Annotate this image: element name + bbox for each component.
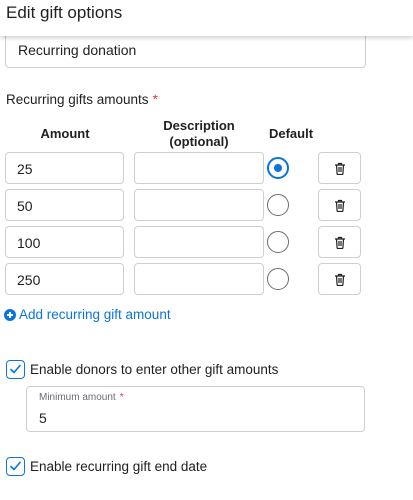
- minimum-amount-field[interactable]: Minimum amount * 5: [26, 386, 365, 432]
- minimum-amount-input[interactable]: 5: [39, 410, 47, 426]
- recurring-amounts-label-text: Recurring gifts amounts: [6, 92, 149, 107]
- description-input[interactable]: [134, 263, 264, 295]
- amount-input[interactable]: 50: [5, 189, 124, 221]
- other-amounts-label: Enable donors to enter other gift amount…: [30, 362, 279, 377]
- gift-option-name-input[interactable]: Recurring donation: [5, 34, 366, 68]
- end-date-option[interactable]: Enable recurring gift end date: [6, 457, 207, 476]
- amount-input[interactable]: 250: [5, 263, 124, 295]
- other-amounts-checkbox[interactable]: [6, 360, 25, 379]
- amount-input[interactable]: 100: [5, 226, 124, 258]
- description-input[interactable]: [134, 226, 264, 258]
- column-header-default: Default: [268, 126, 314, 141]
- plus-circle-icon: [4, 308, 16, 321]
- required-marker: *: [119, 392, 124, 403]
- default-radio[interactable]: [267, 194, 289, 216]
- description-input[interactable]: [134, 152, 264, 184]
- trash-icon: [335, 273, 345, 286]
- trash-icon: [335, 236, 345, 249]
- default-radio[interactable]: [267, 268, 289, 290]
- trash-icon: [335, 162, 345, 175]
- description-input[interactable]: [134, 189, 264, 221]
- delete-amount-button[interactable]: [318, 263, 361, 295]
- amount-row: 50: [0, 189, 413, 223]
- trash-icon: [335, 199, 345, 212]
- amount-row: 250: [0, 263, 413, 297]
- delete-amount-button[interactable]: [318, 189, 361, 221]
- recurring-amounts-label: Recurring gifts amounts *: [6, 92, 158, 107]
- default-radio[interactable]: [267, 157, 289, 179]
- required-marker: *: [152, 92, 158, 107]
- minimum-amount-label-text: Minimum amount: [39, 392, 116, 403]
- amount-input[interactable]: 25: [5, 152, 124, 184]
- end-date-checkbox[interactable]: [6, 457, 25, 476]
- modal-title: Edit gift options: [6, 3, 123, 22]
- checkmark-icon: [10, 461, 21, 471]
- modal-header: Edit gift options: [0, 0, 413, 36]
- end-date-label: Enable recurring gift end date: [30, 459, 208, 474]
- radio-selected-dot: [274, 164, 282, 172]
- add-recurring-amount-link[interactable]: Add recurring gift amount: [4, 307, 171, 322]
- checkmark-icon: [10, 364, 21, 374]
- column-header-description: Description (optional): [163, 118, 235, 149]
- add-recurring-amount-label: Add recurring gift amount: [19, 307, 171, 322]
- amount-row: 25: [0, 152, 413, 186]
- default-radio[interactable]: [267, 231, 289, 253]
- amount-row: 100: [0, 226, 413, 260]
- other-amounts-option[interactable]: Enable donors to enter other gift amount…: [6, 360, 278, 379]
- delete-amount-button[interactable]: [318, 152, 361, 184]
- delete-amount-button[interactable]: [318, 226, 361, 258]
- minimum-amount-label: Minimum amount *: [39, 392, 124, 403]
- column-header-amount: Amount: [40, 126, 90, 141]
